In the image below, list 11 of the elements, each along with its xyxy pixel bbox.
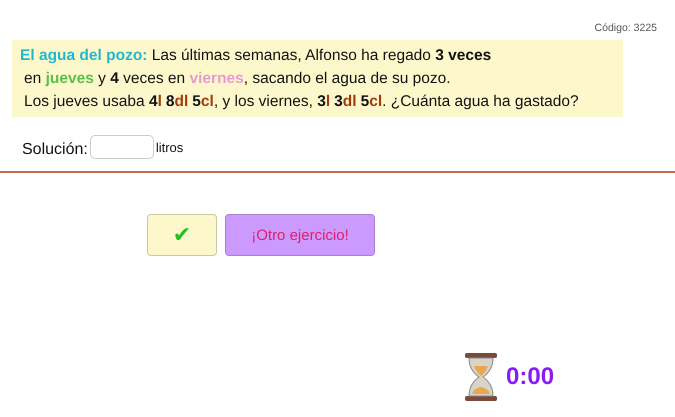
next-exercise-button[interactable]: ¡Otro ejercicio! <box>225 214 375 256</box>
problem-line: en jueves y 4 veces en viernes, sacando el agua de su pozo. <box>23 69 452 89</box>
problem-line: El agua del pozo: Las últimas semanas, Alfonso ha regado 3 veces <box>20 46 492 66</box>
exercise-code: Código: 3225 <box>594 22 657 34</box>
solution-label: Solución: <box>22 141 88 159</box>
unit-label: litros <box>156 140 184 154</box>
problem-line: Los jueves usaba 4l 8dl 5cl, y los viernes, 3l 3dl 5cl. ¿Cuánta agua ha gastado? <box>23 92 580 112</box>
timer: 0:00 <box>506 363 554 391</box>
answer-field[interactable] <box>90 135 154 159</box>
check-button[interactable]: ✔ <box>147 214 217 256</box>
hourglass-icon <box>462 352 500 402</box>
